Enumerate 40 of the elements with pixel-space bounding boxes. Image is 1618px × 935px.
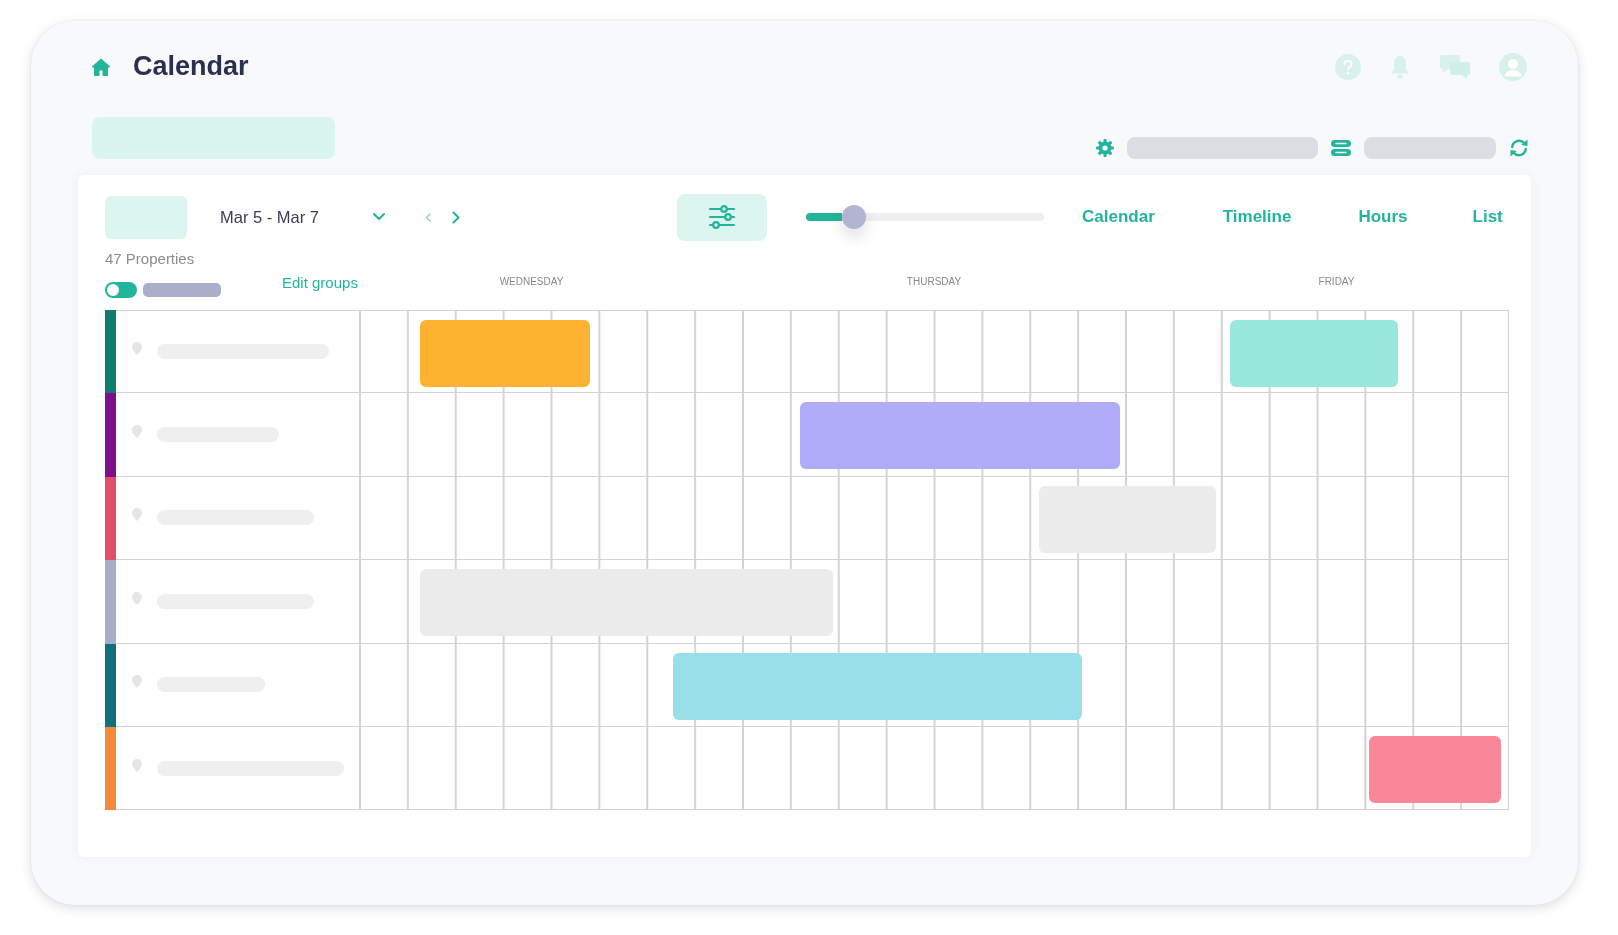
chevron-down-icon [373,213,385,221]
pin-icon [132,425,142,439]
date-range-dropdown[interactable]: Mar 5 - Mar 7 [210,202,390,232]
view-tab[interactable]: Hours [1358,206,1408,228]
day-header: THURSDAY [906,275,962,289]
chevron-right-icon [452,210,460,224]
refresh-icon[interactable] [1509,138,1529,158]
pin-icon [132,675,142,689]
slider-fill [806,213,842,221]
chat-icon[interactable] [1439,54,1471,80]
toggle-switch[interactable] [105,282,137,298]
pin-icon [132,508,142,522]
pin-icon [132,591,142,605]
day-header: FRIDAY [1318,275,1355,289]
view-tab[interactable]: List [1472,206,1503,228]
event-block[interactable] [1230,320,1398,387]
stack-icon[interactable] [1331,140,1351,156]
view-tab[interactable]: Calendar [1082,206,1155,228]
edit-groups-link[interactable]: Edit groups [282,273,358,293]
properties-count: 47 Properties [105,249,196,269]
home-icon[interactable] [91,58,111,76]
slider-thumb[interactable] [841,205,866,229]
sliders-icon [708,205,736,229]
event-block[interactable] [1038,485,1216,553]
event-block[interactable] [672,652,1082,720]
help-icon[interactable] [1335,54,1361,80]
page-title: Calendar [133,52,249,82]
event-block[interactable] [800,402,1121,470]
bell-icon[interactable] [1389,54,1411,80]
pin-icon [132,342,142,356]
pin-icon [132,758,142,772]
filter-button[interactable] [677,193,767,241]
avatar-icon[interactable] [1499,53,1527,81]
event-block[interactable] [419,569,833,637]
day-header: WEDNESDAY [499,275,564,289]
event-block[interactable] [419,320,590,387]
event-block[interactable] [1369,735,1501,803]
chevron-left-icon [425,212,431,222]
view-tab[interactable]: Timeline [1222,206,1292,228]
settings-icon[interactable] [1096,139,1114,157]
